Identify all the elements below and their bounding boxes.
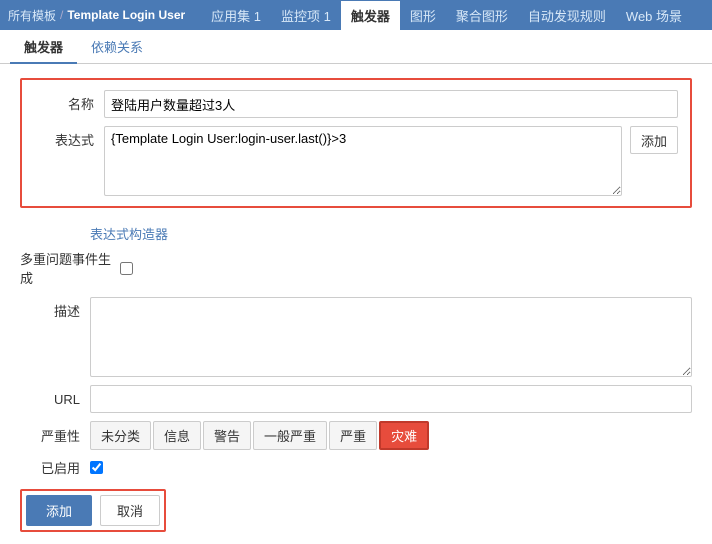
url-input[interactable] [90, 385, 692, 413]
expr-textarea[interactable]: {Template Login User:login-user.last()}>… [104, 126, 622, 196]
severity-row: 严重性 未分类 信息 警告 一般严重 严重 灾难 [20, 421, 692, 450]
cancel-button[interactable]: 取消 [100, 495, 160, 526]
name-input[interactable] [104, 90, 678, 118]
severity-label: 严重性 [20, 426, 80, 445]
url-label: URL [20, 392, 80, 407]
expr-add-button[interactable]: 添加 [630, 126, 678, 154]
top-nav-items: 应用集 1 监控项 1 触发器 图形 聚合图形 自动发现规则 Web 场景 [201, 1, 692, 30]
breadcrumb-separator: / [60, 8, 63, 22]
severity-average[interactable]: 一般严重 [253, 421, 327, 450]
expr-builder-link[interactable]: 表达式构造器 [90, 224, 168, 243]
name-row: 名称 [34, 90, 678, 118]
enabled-row: 已启用 [20, 458, 692, 477]
desc-textarea[interactable] [90, 297, 692, 377]
severity-options: 未分类 信息 警告 一般严重 严重 灾难 [90, 421, 429, 450]
multi-event-checkbox[interactable] [120, 262, 133, 275]
nav-item-appset[interactable]: 应用集 1 [201, 1, 271, 30]
desc-row: 描述 [20, 297, 692, 377]
expr-row: 表达式 {Template Login User:login-user.last… [34, 126, 678, 196]
enabled-label: 已启用 [20, 458, 80, 477]
multi-event-label: 多重问题事件生成 [20, 249, 120, 287]
severity-warning[interactable]: 警告 [203, 421, 251, 450]
expr-label: 表达式 [34, 126, 94, 149]
breadcrumb-current[interactable]: Template Login User [67, 8, 185, 22]
url-row: URL [20, 385, 692, 413]
nav-item-graph[interactable]: 图形 [400, 1, 446, 30]
nav-item-trigger[interactable]: 触发器 [341, 1, 400, 30]
nav-item-aggregate[interactable]: 聚合图形 [446, 1, 518, 30]
name-label: 名称 [34, 90, 94, 113]
main-content: 名称 表达式 {Template Login User:login-user.l… [0, 64, 712, 544]
nav-item-monitor[interactable]: 监控项 1 [271, 1, 341, 30]
tab-dependencies[interactable]: 依赖关系 [77, 31, 157, 64]
multi-event-row: 多重问题事件生成 [20, 249, 692, 287]
nav-item-autodiscover[interactable]: 自动发现规则 [518, 1, 616, 30]
enabled-checkbox[interactable] [90, 461, 103, 474]
tab-trigger[interactable]: 触发器 [10, 31, 77, 64]
top-nav: 所有模板 / Template Login User 应用集 1 监控项 1 触… [0, 0, 712, 30]
breadcrumb: 所有模板 / Template Login User [8, 7, 185, 24]
nav-item-webscenario[interactable]: Web 场景 [616, 1, 692, 30]
name-expr-section: 名称 表达式 {Template Login User:login-user.l… [20, 78, 692, 208]
severity-high[interactable]: 严重 [329, 421, 377, 450]
breadcrumb-all-templates[interactable]: 所有模板 [8, 7, 56, 24]
severity-info[interactable]: 信息 [153, 421, 201, 450]
add-button[interactable]: 添加 [26, 495, 92, 526]
severity-unclassified[interactable]: 未分类 [90, 421, 151, 450]
tab-bar: 触发器 依赖关系 [0, 30, 712, 64]
desc-label: 描述 [20, 297, 80, 320]
severity-disaster[interactable]: 灾难 [379, 421, 429, 450]
